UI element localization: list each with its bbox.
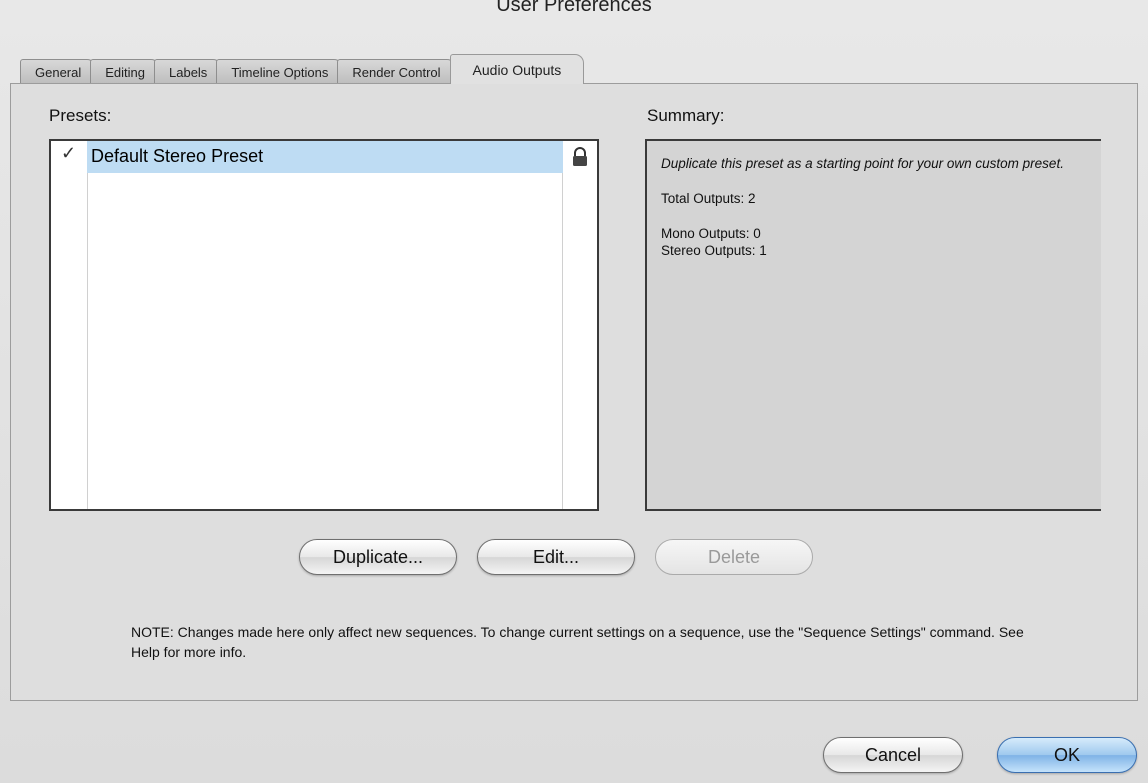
summary-label: Summary: [647, 106, 725, 125]
tab-audio-outputs[interactable]: Audio Outputs [449, 54, 585, 84]
presets-list[interactable]: Default Stereo Preset ✓ [49, 139, 599, 511]
summary-box: Duplicate this preset as a starting poin… [645, 139, 1101, 511]
tab-editing[interactable]: Editing [90, 59, 160, 84]
tab-label: Timeline Options [231, 65, 329, 80]
tab-panel: Presets: Default Stereo Preset ✓ Summary… [10, 83, 1138, 701]
edit-button[interactable]: Edit... [477, 539, 635, 575]
presets-label: Presets: [49, 106, 112, 125]
tab-general[interactable]: General [20, 59, 97, 84]
tab-render-control[interactable]: Render Control [337, 59, 456, 84]
duplicate-button[interactable]: Duplicate... [299, 539, 457, 575]
note-text: NOTE: Changes made here only affect new … [131, 624, 1024, 660]
tab-label: General [35, 65, 82, 80]
tab-label: Audio Outputs [472, 62, 562, 78]
tab-label: Render Control [352, 65, 441, 80]
mono-outputs: Mono Outputs: 0 [661, 226, 761, 241]
preset-name: Default Stereo Preset [91, 146, 264, 166]
cancel-button[interactable]: Cancel [823, 737, 963, 773]
window-title: User Preferences [496, 0, 652, 16]
checkmark-icon[interactable]: ✓ [61, 143, 76, 164]
tab-label: Editing [105, 65, 145, 80]
check-column [51, 141, 88, 509]
lock-icon[interactable] [571, 147, 589, 167]
preset-row[interactable]: Default Stereo Preset [87, 141, 563, 173]
tab-labels[interactable]: Labels [154, 59, 223, 84]
delete-button[interactable]: Delete [655, 539, 813, 575]
tab-label: Labels [169, 65, 208, 80]
ok-button[interactable]: OK [997, 737, 1137, 773]
stereo-outputs: Stereo Outputs: 1 [661, 243, 767, 258]
total-outputs: Total Outputs: 2 [661, 191, 756, 206]
tab-bar: General Editing Labels Timeline Options … [20, 54, 585, 84]
summary-description: Duplicate this preset as a starting poin… [661, 156, 1064, 171]
tab-timeline-options[interactable]: Timeline Options [216, 59, 344, 84]
lock-column [562, 141, 597, 509]
